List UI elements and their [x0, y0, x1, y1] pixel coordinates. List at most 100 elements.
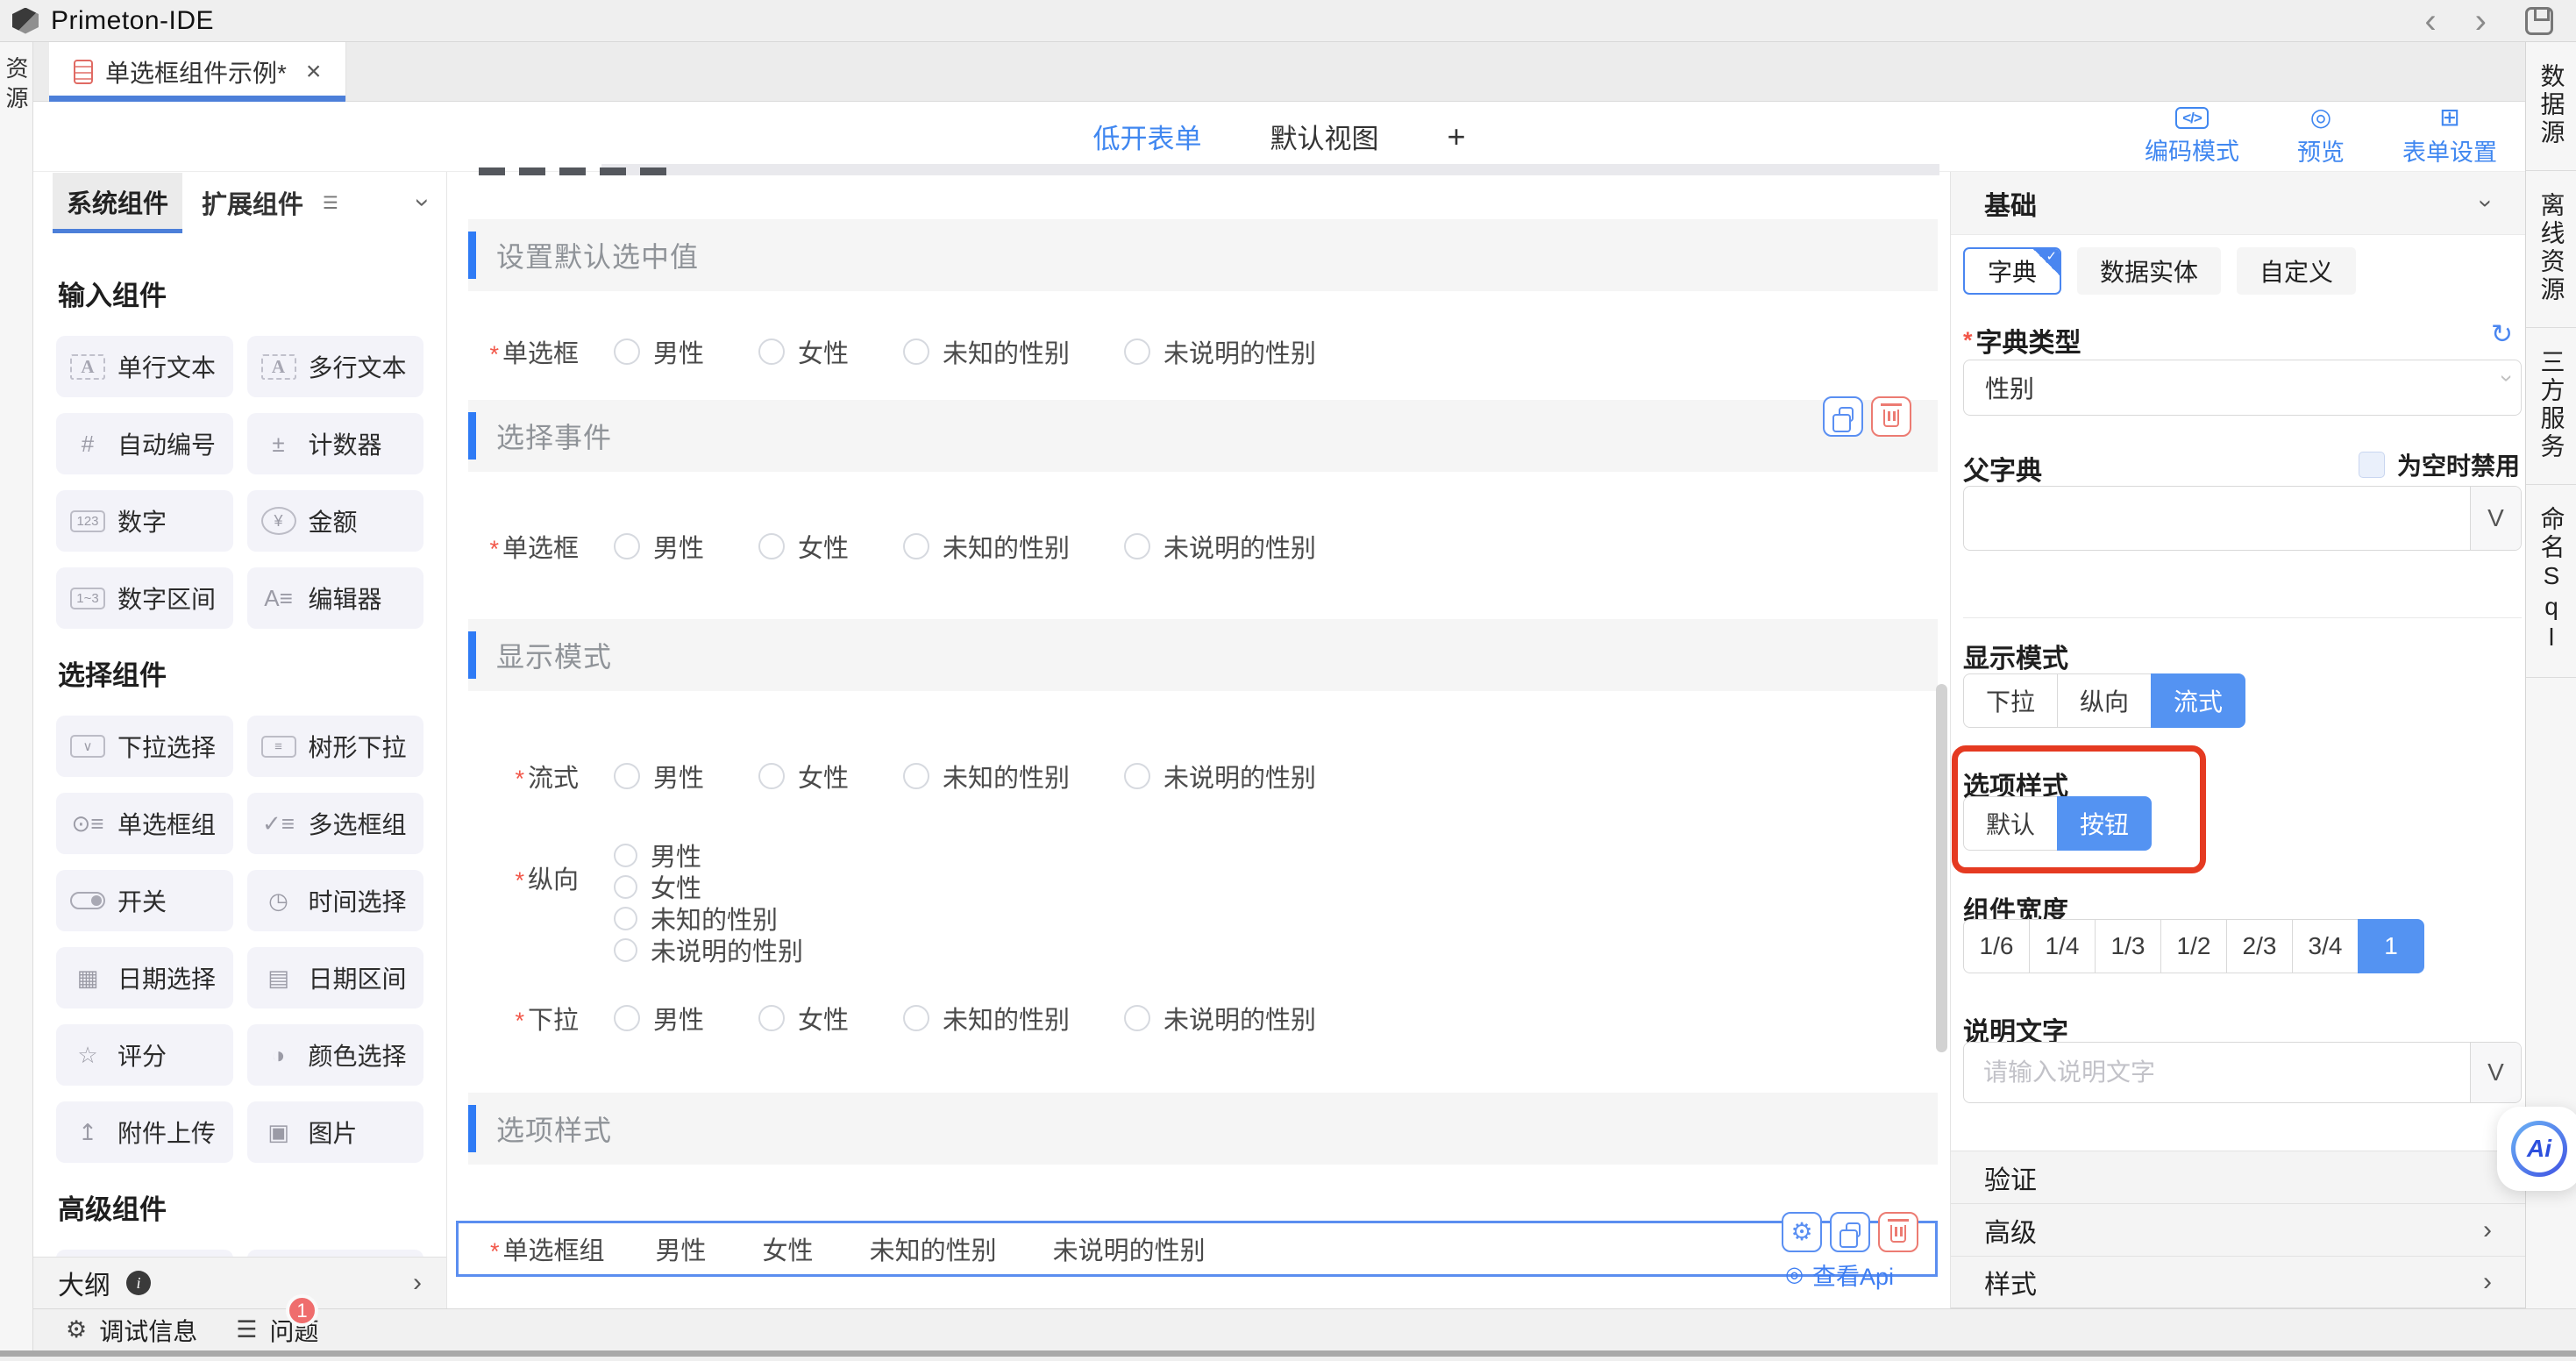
refresh-icon[interactable]: ↻	[2491, 319, 2513, 350]
component-item[interactable]: A单行文本	[56, 336, 233, 397]
component-item[interactable]: ✓≡多选框组	[247, 793, 424, 854]
tab-default-view[interactable]: 默认视图	[1270, 102, 1378, 171]
nav-forward-icon[interactable]: ›	[2475, 4, 2487, 39]
document-tab[interactable]: 单选框组件示例* ×	[49, 42, 346, 102]
component-item[interactable]: ±计数器	[247, 413, 424, 474]
vertical-scrollbar[interactable]	[1936, 684, 1947, 1052]
radio-button-icon[interactable]	[758, 763, 785, 789]
section-style[interactable]: 样式 ›	[1951, 1256, 2525, 1308]
debug-info-button[interactable]: ⚙ 调试信息	[66, 1313, 197, 1348]
radio-option[interactable]: 未知的性别	[903, 528, 1070, 565]
radio-option[interactable]: 女性	[614, 872, 701, 901]
segment-option[interactable]: 按钮	[2057, 796, 2152, 851]
radio-button-icon[interactable]	[1124, 338, 1150, 365]
disable-when-empty[interactable]: 为空时禁用	[2359, 447, 2520, 482]
component-item[interactable]: 开关	[56, 870, 233, 931]
component-item[interactable]: ◷时间选择	[247, 870, 424, 931]
radio-option[interactable]: 未说明的性别	[614, 935, 803, 965]
radio-option[interactable]: 未说明的性别	[1124, 528, 1316, 565]
radio-option[interactable]: 未说明的性别	[1124, 758, 1316, 795]
component-item[interactable]: ∨下拉选择	[56, 716, 233, 777]
radio-button-icon[interactable]	[1124, 1005, 1150, 1031]
radio-option[interactable]: 女性	[763, 1230, 814, 1267]
outline-expand-chevron-icon[interactable]: ›	[413, 1268, 422, 1298]
save-icon[interactable]	[2525, 7, 2553, 35]
section-header-select-event[interactable]: 选择事件	[468, 400, 1938, 472]
collapse-basic-chevron-icon[interactable]: ›	[2472, 199, 2500, 207]
copy-component-button[interactable]	[1830, 1212, 1870, 1252]
tab-data-entity[interactable]: 数据实体	[2077, 247, 2221, 295]
radio-button-icon[interactable]	[614, 875, 637, 899]
segment-option[interactable]: 纵向	[2057, 673, 2152, 728]
segment-option[interactable]: 2/3	[2226, 919, 2293, 973]
radio-button-icon[interactable]	[614, 844, 637, 867]
tab-dictionary[interactable]: 字典 ✓	[1963, 247, 2061, 295]
component-item[interactable]: ≡树形下拉	[247, 716, 424, 777]
collapse-panel-chevron-icon[interactable]: ›	[408, 198, 438, 207]
component-list-menu-icon[interactable]: ☰	[323, 192, 338, 214]
segment-option[interactable]: 1/2	[2160, 919, 2227, 973]
component-item[interactable]: A多行文本	[247, 336, 424, 397]
radio-option[interactable]: 未知的性别	[903, 758, 1070, 795]
checkbox-icon[interactable]	[2359, 452, 2385, 478]
radio-field-row-vertical[interactable]: *纵向 男性女性未知的性别未说明的性别	[447, 840, 803, 965]
help-text-input[interactable]: V	[1963, 1042, 2522, 1103]
radio-option[interactable]: 男性	[656, 1230, 707, 1267]
radio-option[interactable]: 未知的性别	[614, 903, 778, 933]
radio-option[interactable]: 女性	[758, 1000, 849, 1037]
right-rail-item[interactable]: 离线资源	[2526, 171, 2576, 328]
radio-button-icon[interactable]	[1124, 533, 1150, 559]
radio-option[interactable]: 男性	[614, 1000, 704, 1037]
component-item[interactable]: ▤日期区间	[247, 947, 424, 1008]
help-text-field[interactable]	[1964, 1058, 2470, 1087]
delete-component-button[interactable]	[1871, 396, 1911, 437]
inspector-section-basic[interactable]: 基础 ›	[1951, 172, 2525, 235]
radio-option[interactable]: 未说明的性别	[1053, 1230, 1206, 1267]
component-item[interactable]: ▦日期选择	[56, 947, 233, 1008]
component-item[interactable]: ¥金额	[247, 490, 424, 552]
radio-option[interactable]: 未知的性别	[903, 1000, 1070, 1037]
parent-dict-field[interactable]	[1964, 504, 2470, 532]
radio-option[interactable]: 女性	[758, 758, 849, 795]
dict-type-select[interactable]: 性别 ›	[1963, 360, 2522, 416]
right-rail-item[interactable]: 命名Sql	[2526, 485, 2576, 678]
nav-back-icon[interactable]: ‹	[2424, 4, 2436, 39]
radio-button-icon[interactable]	[614, 938, 637, 962]
ai-assistant-button[interactable]: Ai	[2497, 1107, 2576, 1191]
segment-option[interactable]: 1/6	[1963, 919, 2030, 973]
section-validation[interactable]: 验证	[1951, 1151, 2525, 1203]
radio-field-row[interactable]: *单选框 男性女性未知的性别未说明的性别	[447, 331, 1370, 372]
variable-binding-button[interactable]: V	[2470, 487, 2521, 550]
section-advanced[interactable]: 高级 ›	[1951, 1203, 2525, 1256]
tab-lowcode-form[interactable]: 低开表单	[1092, 102, 1201, 171]
segment-option[interactable]: 流式	[2151, 673, 2245, 728]
component-item[interactable]: ☆评分	[56, 1024, 233, 1086]
section-header-default-value[interactable]: 设置默认选中值	[468, 219, 1938, 291]
radio-button-icon[interactable]	[903, 338, 929, 365]
view-api-link[interactable]: ◎ 查看Api	[1785, 1258, 1894, 1292]
radio-option[interactable]: 男性	[614, 758, 704, 795]
radio-button-icon[interactable]	[614, 533, 640, 559]
segment-option[interactable]: 3/4	[2292, 919, 2359, 973]
parent-dict-input[interactable]: V	[1963, 486, 2522, 551]
add-view-button[interactable]: +	[1447, 102, 1465, 171]
radio-button-icon[interactable]	[758, 533, 785, 559]
radio-button-icon[interactable]	[614, 1005, 640, 1031]
left-rail-resources-tab[interactable]: 资源	[0, 56, 32, 116]
preview-button[interactable]: ◎ 预览	[2297, 105, 2345, 167]
outline-row[interactable]: 大纲 i ›	[33, 1257, 446, 1308]
radio-field-row[interactable]: *单选框 男性女性未知的性别未说明的性别	[447, 526, 1370, 566]
radio-button-icon[interactable]	[758, 338, 785, 365]
right-rail-item[interactable]: 数据源	[2526, 42, 2576, 171]
radio-field-row-dropdown[interactable]: *下拉 男性女性未知的性别未说明的性别	[447, 998, 1370, 1038]
radio-button-icon[interactable]	[614, 763, 640, 789]
variable-binding-button[interactable]: V	[2470, 1043, 2521, 1102]
radio-option[interactable]: 女性	[758, 528, 849, 565]
radio-option[interactable]: 男性	[614, 333, 704, 370]
component-item[interactable]: ▣图片	[247, 1101, 424, 1163]
segment-option[interactable]: 默认	[1963, 796, 2058, 851]
section-header-display-mode[interactable]: 显示模式	[468, 619, 1938, 691]
radio-button-icon[interactable]	[614, 338, 640, 365]
component-item[interactable]: ○人员选择	[56, 1250, 233, 1257]
radio-button-icon[interactable]	[614, 907, 637, 930]
